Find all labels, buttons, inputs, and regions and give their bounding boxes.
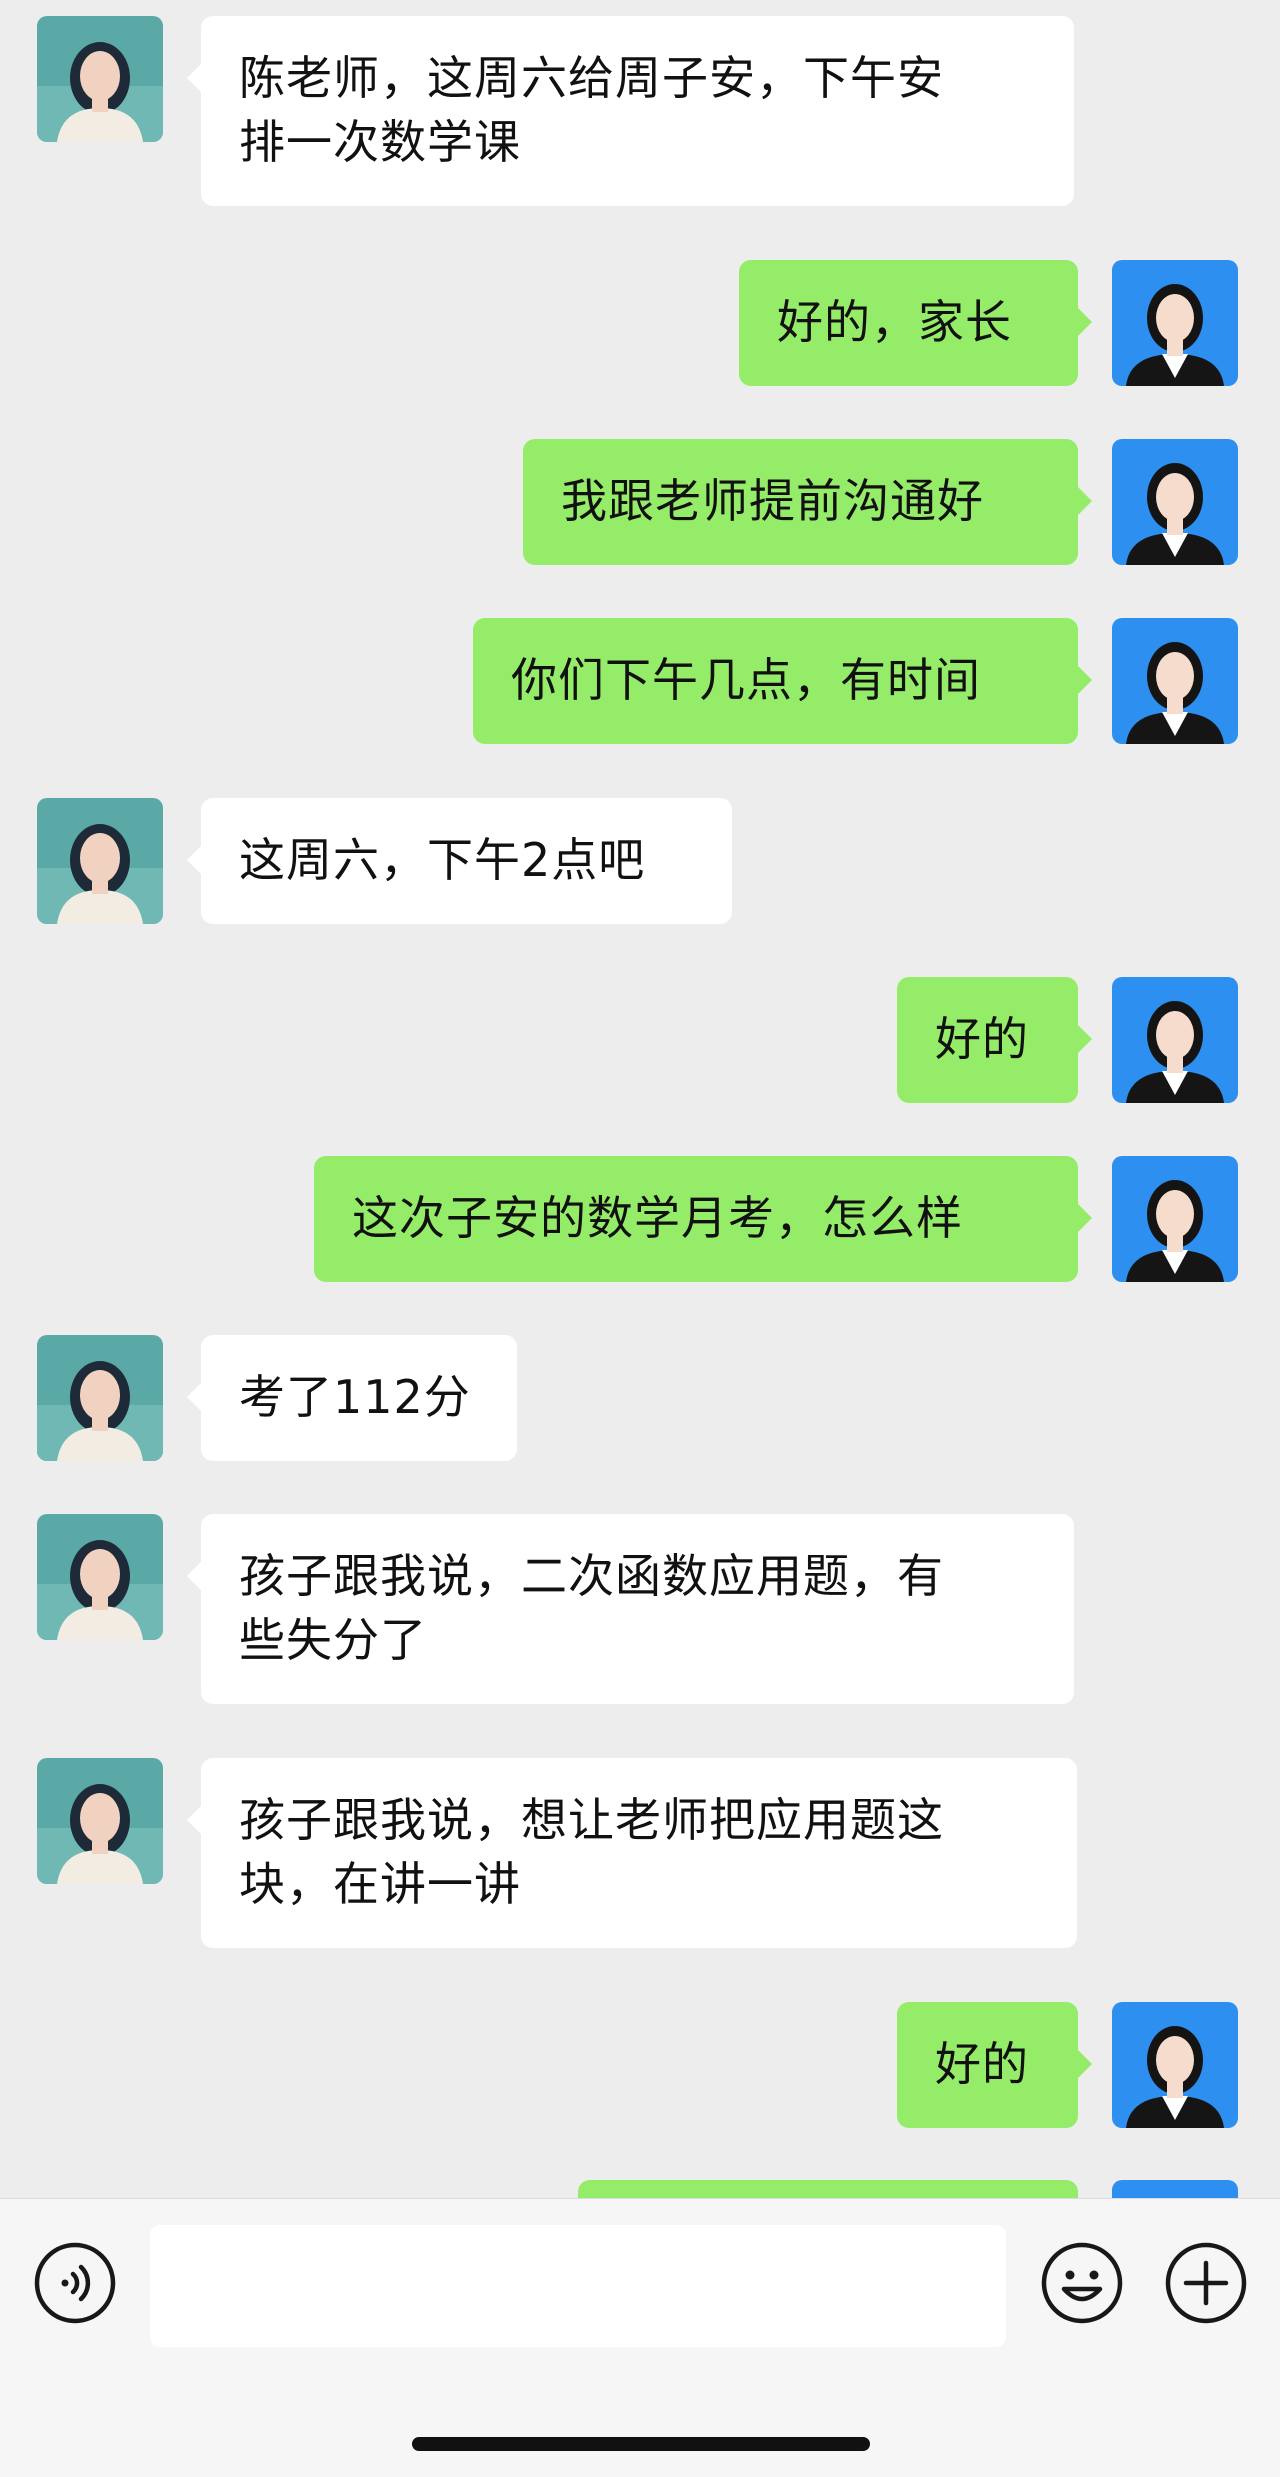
contact-avatar[interactable] [37,1335,163,1461]
voice-icon[interactable] [33,2241,117,2325]
self-avatar[interactable] [1112,1156,1238,1282]
input-bar [0,2198,1280,2477]
plus-icon[interactable] [1164,2241,1248,2325]
bubble-tail [1076,664,1092,696]
self-avatar[interactable] [1112,2180,1238,2198]
message-bubble[interactable]: 好的，家长 [739,260,1078,386]
message-bubble[interactable]: 你们下午几点，有时间 [473,618,1078,744]
self-avatar[interactable] [1112,977,1238,1103]
self-avatar[interactable] [1112,439,1238,565]
self-avatar[interactable] [1112,618,1238,744]
message-input[interactable] [150,2225,1006,2347]
bubble-tail [1076,306,1092,338]
message-bubble[interactable]: 孩子跟我说，想让老师把应用题这 块，在讲一讲 [201,1758,1077,1948]
message-bubble[interactable]: 考了112分 [201,1335,517,1461]
bubble-tail [1076,1023,1092,1055]
bubble-tail [1076,485,1092,517]
message-bubble[interactable]: 陈老师，这周六给周子安，下午安 排一次数学课 [201,16,1074,206]
contact-avatar[interactable] [37,1758,163,1884]
message-bubble[interactable]: 我跟老师提前沟通好 [523,439,1078,565]
message-bubble[interactable]: 这周六，下午2点吧 [201,798,732,924]
contact-avatar[interactable] [37,798,163,924]
bubble-tail [1076,2048,1092,2080]
self-avatar[interactable] [1112,260,1238,386]
message-bubble[interactable]: 好的 [897,977,1078,1103]
self-avatar[interactable] [1112,2002,1238,2128]
emoji-icon[interactable] [1040,2241,1124,2325]
bubble-tail [1076,1202,1092,1234]
contact-avatar[interactable] [37,16,163,142]
message-bubble[interactable]: 这次子安的数学月考，怎么样 [314,1156,1078,1282]
message-bubble[interactable]: 好的 [897,2002,1078,2128]
home-indicator[interactable] [412,2437,870,2451]
message-bubble[interactable]: 孩子跟我说，二次函数应用题，有 些失分了 [201,1514,1074,1704]
contact-avatar[interactable] [37,1514,163,1640]
chat-message-list[interactable]: 陈老师，这周六给周子安，下午安 排一次数学课 好的，家长 我跟老师提前沟通好 你… [0,0,1280,2198]
message-bubble[interactable] [578,2180,1078,2198]
